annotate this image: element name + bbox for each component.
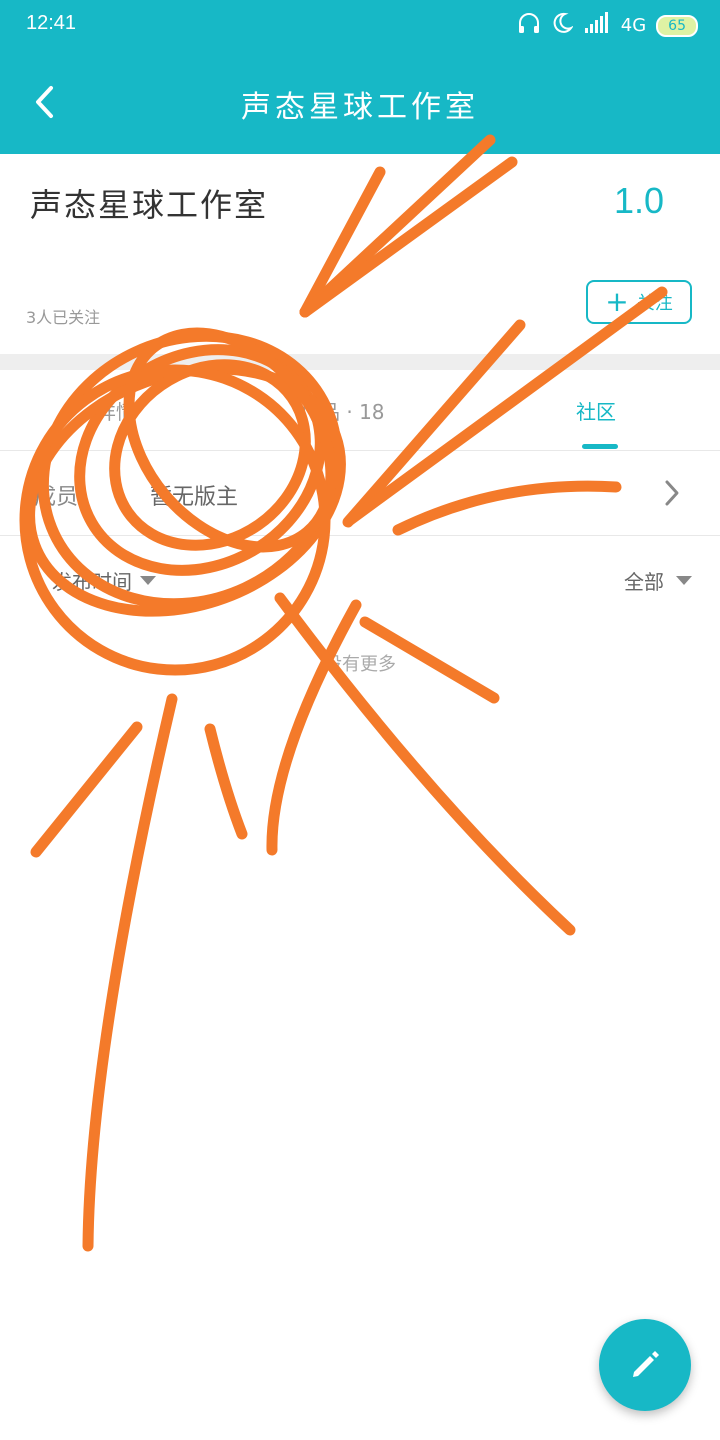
- version-label: 1.0: [613, 180, 664, 221]
- sort-dropdown[interactable]: 发布时间: [52, 566, 156, 595]
- tab-works[interactable]: 作品 · 18: [300, 396, 385, 425]
- sort-label: 发布时间: [52, 570, 132, 594]
- category-label: 全部: [624, 570, 664, 594]
- dropdown-arrow-icon: [140, 576, 156, 585]
- member-label: 成员: [34, 485, 79, 510]
- follow-label: 关注: [636, 293, 673, 314]
- battery-indicator: 65: [656, 14, 698, 37]
- tab-indicator: [582, 444, 618, 449]
- tab-community[interactable]: 社区: [576, 396, 616, 425]
- pencil-icon: [633, 1351, 659, 1377]
- status-time: 12:41: [26, 12, 77, 34]
- moon-icon: [551, 12, 574, 39]
- chevron-right-icon: [664, 479, 680, 511]
- category-dropdown[interactable]: 全部: [624, 566, 692, 595]
- compose-button[interactable]: [599, 1319, 691, 1411]
- follow-button[interactable]: + 关注: [586, 280, 692, 324]
- studio-header: 声态星球工作室 1.0 3人已关注 + 关注: [0, 154, 720, 354]
- status-bar: 12:41 4G 65: [0, 0, 720, 50]
- status-icons: 4G 65: [517, 12, 698, 39]
- section-divider: [0, 354, 720, 370]
- follower-count: 3人已关注: [26, 308, 101, 327]
- headphones-icon: [517, 12, 541, 39]
- dropdown-arrow-icon: [676, 576, 692, 585]
- page-title: 声态星球工作室: [241, 90, 479, 125]
- member-value: 暂无版主: [150, 485, 239, 510]
- member-row[interactable]: 成员 暂无版主: [0, 451, 720, 536]
- signal-icon: [583, 12, 611, 39]
- tab-bar: 详情 作品 · 18 社区: [0, 370, 720, 451]
- empty-state-text: 没有更多: [324, 654, 396, 675]
- studio-name: 声态星球工作室: [30, 186, 269, 224]
- plus-icon: +: [605, 285, 629, 318]
- app-bar: 声态星球工作室: [0, 50, 720, 154]
- tab-details[interactable]: 详情: [96, 396, 136, 425]
- filter-row: 发布时间 全部: [0, 536, 720, 626]
- network-type: 4G: [620, 15, 647, 36]
